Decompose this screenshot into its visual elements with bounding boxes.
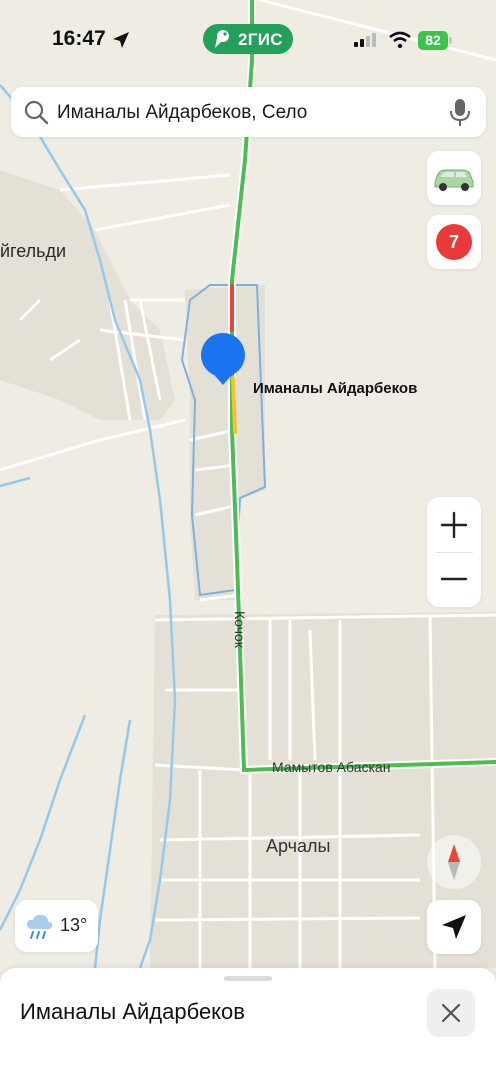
my-location-button[interactable] <box>427 900 481 954</box>
status-bar: 16:47 2ГИС 82 <box>0 0 496 80</box>
zoom-controls <box>427 497 481 607</box>
rain-cloud-icon <box>27 914 53 939</box>
brand-name: 2ГИС <box>238 30 283 49</box>
compass-button[interactable] <box>427 835 481 889</box>
traffic-score-badge: 7 <box>436 224 472 260</box>
compass-icon <box>448 844 460 880</box>
map-label-village-bottom: Арчалы <box>266 836 331 856</box>
brand-pill[interactable]: 2ГИС <box>203 24 293 54</box>
search-icon <box>24 100 49 125</box>
search-bar[interactable]: Иманалы Айдарбеков, Село <box>11 87 486 137</box>
map-label-road-horizontal: Мамытов Абаскан <box>272 759 391 775</box>
traffic-button[interactable]: 7 <box>427 215 481 269</box>
cellular-signal-icon <box>354 33 376 47</box>
plus-icon <box>440 511 468 539</box>
place-title: Иманалы Айдарбеков <box>20 999 245 1024</box>
zoom-in-button[interactable] <box>427 497 481 552</box>
wifi-icon <box>389 31 411 49</box>
navigation-car-button[interactable] <box>427 151 481 205</box>
close-icon <box>441 1003 461 1023</box>
search-input[interactable]: Иманалы Айдарбеков, Село <box>57 102 307 124</box>
battery-icon <box>449 37 452 44</box>
map-label-village-left: йгельди <box>0 241 67 261</box>
battery-level: 82 <box>418 31 448 50</box>
map-label-road-vertical: Кочок <box>232 611 248 648</box>
map-label-selected-place: Иманалы Айдарбеков <box>253 380 418 397</box>
minus-icon <box>440 577 468 581</box>
status-time: 16:47 <box>52 27 106 50</box>
close-button[interactable] <box>427 989 475 1037</box>
location-arrow-icon <box>442 915 466 939</box>
weather-widget[interactable]: 13° <box>15 900 98 952</box>
brand-logo-icon <box>215 30 229 48</box>
weather-temperature: 13° <box>60 915 88 935</box>
car-icon <box>434 169 474 191</box>
microphone-icon[interactable] <box>448 98 472 128</box>
zoom-out-button[interactable] <box>427 552 481 607</box>
location-services-icon <box>113 32 129 48</box>
sheet-drag-handle[interactable] <box>224 976 272 981</box>
place-bottom-sheet[interactable]: Иманалы Айдарбеков <box>0 968 496 1080</box>
